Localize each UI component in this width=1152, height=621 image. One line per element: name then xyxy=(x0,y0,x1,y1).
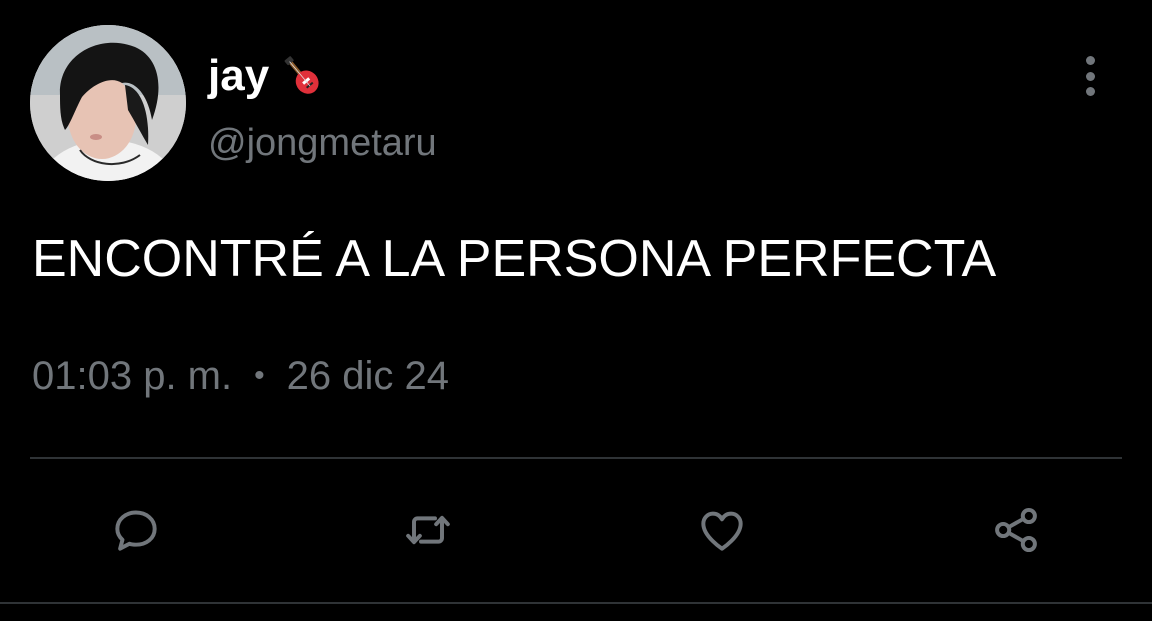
display-name[interactable]: jay xyxy=(208,54,269,98)
more-dot xyxy=(1085,87,1095,96)
divider xyxy=(30,457,1122,459)
guitar-emoji-icon xyxy=(279,53,325,99)
bottom-divider xyxy=(0,602,1152,604)
retweet-icon xyxy=(406,515,450,545)
avatar-photo xyxy=(30,25,186,181)
tweet-meta: 01:03 p. m. • 26 dic 24 xyxy=(32,352,449,400)
tweet-text: ENCONTRÉ A LA PERSONA PERFECTA xyxy=(32,230,997,288)
more-dot xyxy=(1085,56,1095,65)
retweet-button[interactable] xyxy=(396,498,460,562)
more-dot xyxy=(1085,71,1095,81)
action-bar xyxy=(0,498,1152,562)
share-button[interactable] xyxy=(984,498,1048,562)
author-handle[interactable]: @jongmetaru xyxy=(208,124,437,162)
meta-separator: • xyxy=(254,359,265,392)
more-options-button[interactable] xyxy=(1072,52,1108,100)
reply-button[interactable] xyxy=(104,498,168,562)
tweet-time[interactable]: 01:03 p. m. xyxy=(32,352,232,400)
speech-bubble-icon xyxy=(115,510,157,551)
heart-icon xyxy=(701,511,743,551)
tweet-detail: jay @jongmetaru ENCONTRÉ A LA PERSONA PE… xyxy=(0,0,1152,621)
tweet-date[interactable]: 26 dic 24 xyxy=(287,352,449,400)
share-icon xyxy=(995,507,1037,553)
author-name-row: jay xyxy=(208,46,325,106)
like-button[interactable] xyxy=(690,498,754,562)
avatar[interactable] xyxy=(30,25,186,181)
